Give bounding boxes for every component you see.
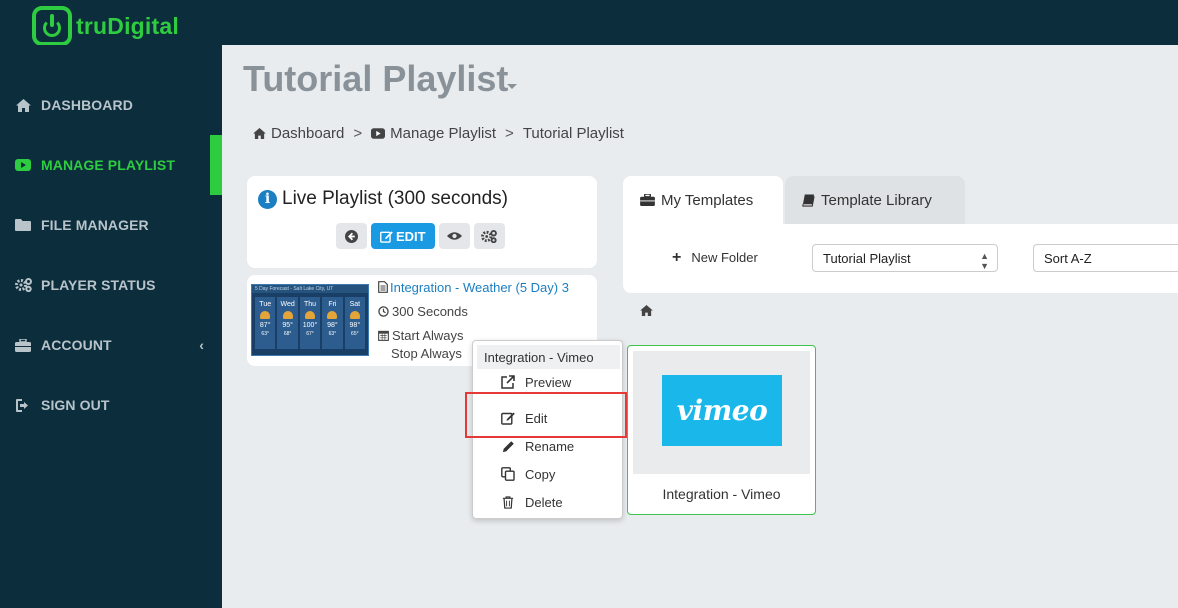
arrow-circle-left-icon — [345, 229, 358, 243]
breadcrumb-separator: > — [505, 125, 514, 142]
page-title[interactable]: Tutorial Playlist — [243, 58, 508, 100]
select-arrows-icon: ▲ ▼ — [980, 251, 989, 271]
pencil-icon — [501, 439, 515, 453]
sidebar-item-dashboard[interactable]: DASHBOARD — [0, 75, 222, 135]
live-playlist-title: i Live Playlist (300 seconds) — [258, 188, 508, 210]
sidebar-item-manage-playlist[interactable]: MANAGE PLAYLIST — [0, 135, 222, 195]
briefcase-icon — [14, 338, 32, 352]
menu-item-preview[interactable]: Preview — [473, 370, 623, 394]
sidebar-item-sign-out[interactable]: SIGN OUT — [0, 375, 222, 435]
breadcrumb: Dashboard > Manage Playlist > Tutorial P… — [253, 125, 624, 142]
folder-select[interactable]: Tutorial Playlist ▲ ▼ — [812, 244, 998, 272]
sidebar-item-label: FILE MANAGER — [41, 217, 149, 233]
breadcrumb-manage-playlist[interactable]: Manage Playlist — [390, 125, 496, 142]
sort-select[interactable]: Sort A-Z — [1033, 244, 1178, 272]
plus-icon: + — [672, 249, 682, 266]
caret-down-icon[interactable] — [507, 84, 517, 89]
playlist-item-name[interactable]: Integration - Weather (5 Day) 3 — [378, 280, 569, 295]
forecast-day: Tue 87° 63° — [255, 297, 276, 349]
context-menu-header: Integration - Vimeo — [477, 345, 620, 369]
weather-thumbnail: 5 Day Forecast - Salt Lake City, UT Tue 8… — [251, 284, 369, 356]
sidebar-item-account[interactable]: ACCOUNT ‹ — [0, 315, 222, 375]
menu-item-delete[interactable]: Delete — [473, 490, 623, 514]
playlist-item-start: Start Always — [378, 328, 464, 343]
vimeo-logo: vimeo — [662, 375, 782, 446]
sidebar-item-label: MANAGE PLAYLIST — [41, 157, 175, 173]
gears-icon — [481, 229, 498, 243]
home-icon[interactable] — [640, 305, 653, 316]
folder-icon — [14, 218, 32, 232]
forecast-day: Fri 98° 63° — [322, 297, 343, 349]
top-bar: truDigital — [0, 0, 1178, 46]
sidebar-item-file-manager[interactable]: FILE MANAGER — [0, 195, 222, 255]
calendar-icon — [378, 330, 389, 341]
logo[interactable]: truDigital — [32, 6, 179, 46]
playlist-item-stop: Stop Always — [391, 346, 462, 361]
power-icon — [32, 6, 72, 46]
edit-icon — [380, 230, 393, 243]
external-link-icon — [501, 375, 515, 389]
thumbnail-header: 5 Day Forecast - Salt Lake City, UT — [252, 285, 368, 293]
sign-out-icon — [14, 398, 32, 412]
gears-icon — [14, 278, 32, 292]
edit-button[interactable]: EDIT — [371, 223, 435, 249]
file-text-icon — [378, 281, 388, 293]
sidebar-item-label: PLAYER STATUS — [41, 277, 156, 293]
briefcase-icon — [640, 194, 655, 206]
forecast-day: Thu 100° 67° — [299, 297, 321, 349]
new-folder-button[interactable]: + New Folder — [672, 249, 758, 266]
breadcrumb-dashboard[interactable]: Dashboard — [271, 125, 344, 142]
info-icon: i — [258, 189, 277, 209]
edit-highlight-box — [465, 392, 627, 438]
live-playlist-card: i Live Playlist (300 seconds) EDIT — [247, 176, 597, 268]
template-name: Integration - Vimeo — [662, 486, 781, 502]
sidebar-item-label: ACCOUNT — [41, 337, 112, 353]
home-icon — [14, 98, 32, 112]
book-icon — [802, 193, 815, 207]
clock-icon — [378, 306, 389, 317]
weather-icon — [349, 311, 360, 319]
eye-icon — [446, 232, 462, 240]
tab-template-library[interactable]: Template Library — [785, 176, 965, 224]
templates-toolbar: + New Folder Tutorial Playlist ▲ ▼ Sort A… — [623, 224, 1178, 293]
forecast-day: Wed 95° 68° — [277, 297, 298, 349]
menu-item-copy[interactable]: Copy — [473, 462, 623, 486]
youtube-play-icon — [14, 158, 32, 172]
home-icon — [253, 128, 266, 139]
sidebar: DASHBOARD MANAGE PLAYLIST FILE MANAGER P… — [0, 45, 222, 608]
template-tile[interactable]: vimeo Integration - Vimeo — [627, 345, 816, 515]
sidebar-item-label: SIGN OUT — [41, 397, 110, 413]
youtube-play-icon — [371, 128, 386, 139]
tab-my-templates[interactable]: My Templates — [623, 176, 783, 224]
settings-button[interactable] — [473, 223, 505, 249]
weather-icon — [305, 311, 316, 319]
chevron-left-icon[interactable]: ‹ — [199, 337, 204, 353]
weather-icon — [282, 311, 293, 319]
sidebar-item-player-status[interactable]: PLAYER STATUS — [0, 255, 222, 315]
back-button[interactable] — [336, 223, 367, 249]
copy-icon — [501, 467, 515, 481]
forecast-day: Sat 98° 65° — [344, 297, 366, 349]
weather-icon — [327, 311, 338, 319]
trash-icon — [501, 495, 515, 509]
sidebar-item-label: DASHBOARD — [41, 97, 133, 113]
template-preview: vimeo — [633, 351, 810, 474]
playlist-item-duration: 300 Seconds — [378, 304, 468, 319]
preview-button[interactable] — [438, 223, 470, 249]
playlist-toolbar: EDIT — [336, 223, 505, 249]
breadcrumb-current: Tutorial Playlist — [522, 125, 624, 142]
breadcrumb-separator: > — [353, 125, 363, 142]
weather-icon — [260, 311, 271, 319]
logo-text: truDigital — [76, 12, 179, 39]
